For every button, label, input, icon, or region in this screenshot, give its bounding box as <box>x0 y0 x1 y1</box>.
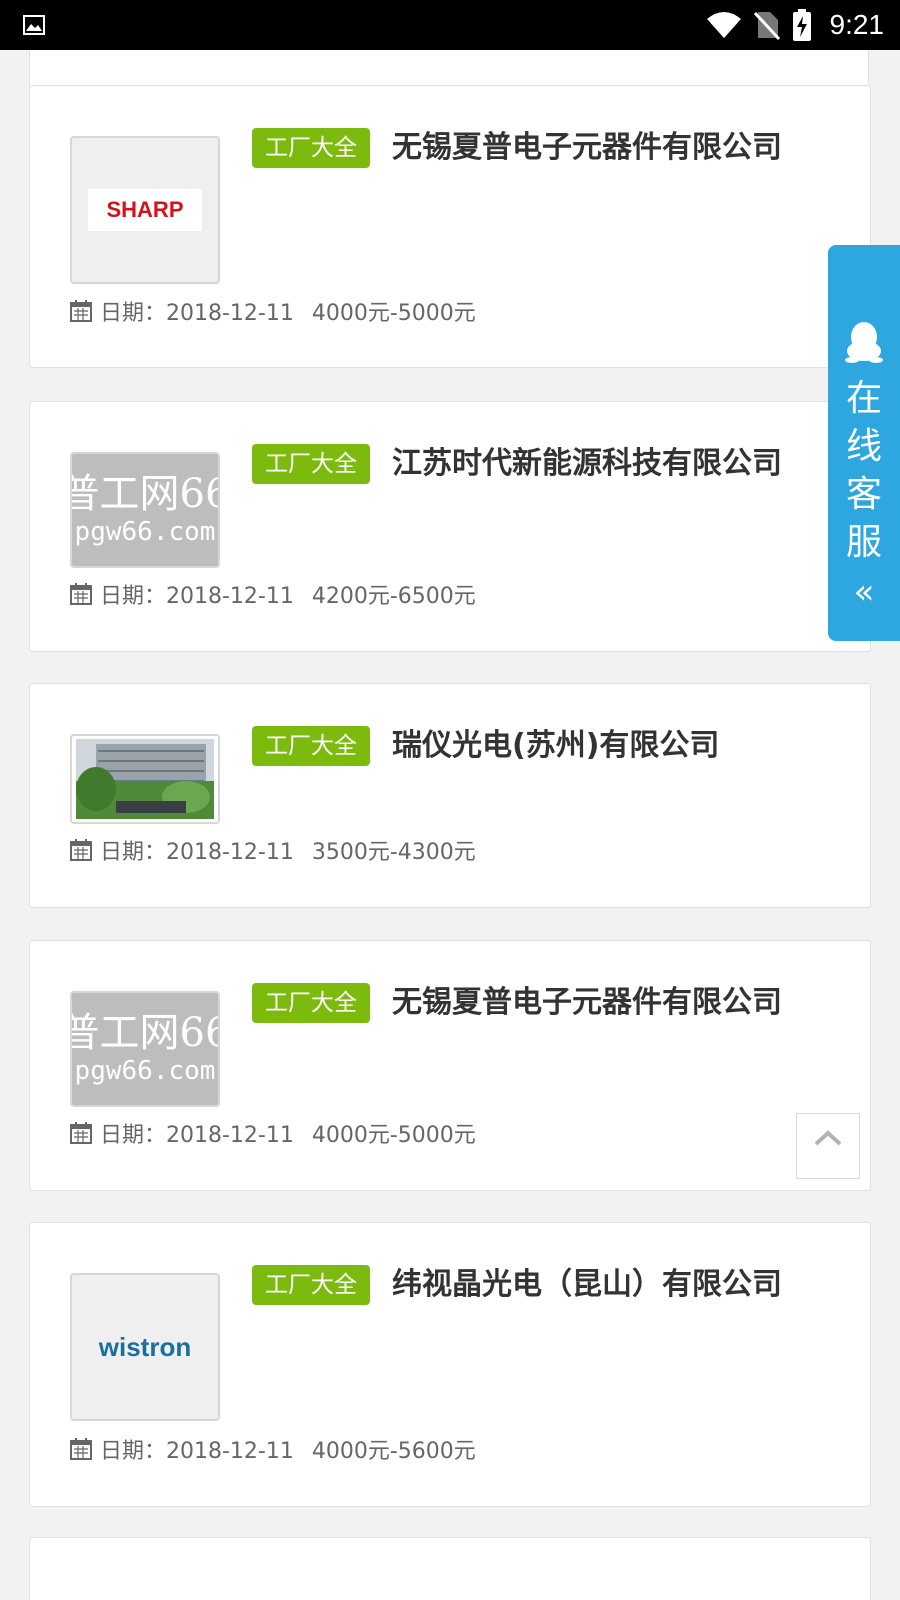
category-tag[interactable]: 工厂大全 <box>252 1265 370 1305</box>
job-meta: 日期：2018-12-11 4000元-5600元 <box>70 1434 476 1464</box>
pgw66-logo: 普工网66 pgw66.com <box>72 454 218 566</box>
factory-photo <box>76 739 214 819</box>
company-name[interactable]: 瑞仪光电(苏州)有限公司 <box>392 724 852 768</box>
qq-icon <box>845 322 883 363</box>
image-icon <box>23 15 45 35</box>
calendar-icon <box>70 300 92 322</box>
salary: 4200元-6500元 <box>311 584 476 609</box>
job-meta: 日期：2018-12-11 4200元-6500元 <box>70 579 476 609</box>
post-date: 日期：2018-12-11 <box>100 840 294 865</box>
company-logo <box>70 734 220 824</box>
post-date: 日期：2018-12-11 <box>100 1123 294 1148</box>
company-logo: 普工网66 pgw66.com <box>70 452 220 568</box>
back-to-top-button[interactable] <box>796 1113 860 1179</box>
clock: 9:21 <box>829 9 885 40</box>
salary: 4000元-5000元 <box>311 1123 476 1148</box>
list-item[interactable] <box>29 1537 871 1600</box>
salary: 4000元-5600元 <box>311 1439 476 1464</box>
status-bar: 9:21 <box>0 0 900 50</box>
company-logo: 普工网66 pgw66.com <box>70 991 220 1107</box>
calendar-icon <box>70 1438 92 1460</box>
post-date: 日期：2018-12-11 <box>100 1439 294 1464</box>
category-tag[interactable]: 工厂大全 <box>252 726 370 766</box>
category-tag[interactable]: 工厂大全 <box>252 444 370 484</box>
calendar-icon <box>70 1122 92 1144</box>
company-name[interactable]: 江苏时代新能源科技有限公司 <box>392 442 852 486</box>
job-meta: 日期：2018-12-11 3500元-4300元 <box>70 835 476 865</box>
salary: 3500元-4300元 <box>311 840 476 865</box>
wifi-icon <box>706 12 741 38</box>
online-service-tab[interactable]: 在线客服 « <box>828 245 900 641</box>
company-name[interactable]: 无锡夏普电子元器件有限公司 <box>392 126 852 170</box>
company-name[interactable]: 纬视晶光电（昆山）有限公司 <box>392 1263 852 1307</box>
battery-charging-icon <box>792 9 811 41</box>
post-date: 日期：2018-12-11 <box>100 584 294 609</box>
calendar-icon <box>70 839 92 861</box>
list-item[interactable]: wistron 工厂大全 纬视晶光电（昆山）有限公司 日期：2018-12-11… <box>29 1222 871 1507</box>
no-sim-icon <box>753 11 780 40</box>
company-logo: SHARP <box>70 136 220 284</box>
calendar-icon <box>70 583 92 605</box>
double-chevron-left-icon[interactable]: « <box>854 575 875 609</box>
chevron-up-icon <box>814 1130 842 1146</box>
wistron-logo: wistron <box>98 1331 192 1362</box>
list-item[interactable]: SHARP 工厂大全 无锡夏普电子元器件有限公司 日期：2018-12-11 4… <box>29 85 871 368</box>
sharp-logo: SHARP <box>88 189 202 231</box>
salary: 4000元-5000元 <box>311 301 476 326</box>
company-logo: wistron <box>70 1273 220 1421</box>
list-item[interactable]: 工厂大全 瑞仪光电(苏州)有限公司 日期：2018-12-11 3500元-43… <box>29 683 871 908</box>
online-service-label: 在线客服 <box>845 378 882 563</box>
job-meta: 日期：2018-12-11 4000元-5000元 <box>70 1118 476 1148</box>
pgw66-logo: 普工网66 pgw66.com <box>72 993 218 1105</box>
category-tag[interactable]: 工厂大全 <box>252 983 370 1023</box>
job-meta: 日期：2018-12-11 4000元-5000元 <box>70 296 476 326</box>
list-item[interactable]: 普工网66 pgw66.com 工厂大全 无锡夏普电子元器件有限公司 日期：20… <box>29 940 871 1191</box>
job-list: SHARP 工厂大全 无锡夏普电子元器件有限公司 日期：2018-12-11 4… <box>0 50 900 1600</box>
list-item[interactable]: 普工网66 pgw66.com 工厂大全 江苏时代新能源科技有限公司 日期：20… <box>29 401 871 652</box>
company-name[interactable]: 无锡夏普电子元器件有限公司 <box>392 981 852 1025</box>
category-tag[interactable]: 工厂大全 <box>252 128 370 168</box>
post-date: 日期：2018-12-11 <box>100 301 294 326</box>
